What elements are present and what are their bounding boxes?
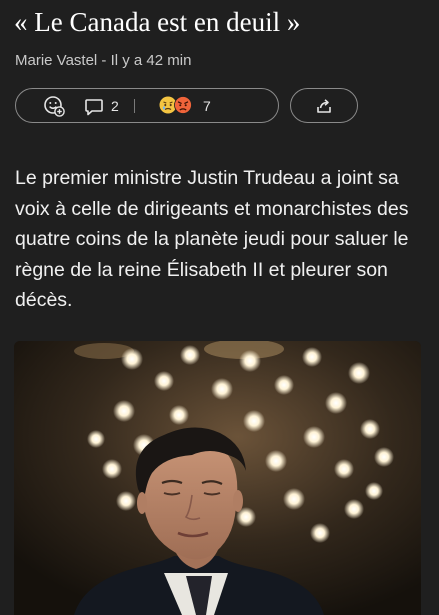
article-summary: Le premier ministre Justin Trudeau a joi… <box>15 167 409 311</box>
share-button[interactable] <box>290 88 358 123</box>
article-title: « Le Canada est en deuil » <box>14 7 301 37</box>
divider <box>134 99 135 113</box>
article-photo[interactable] <box>14 341 421 615</box>
comment-icon[interactable] <box>84 97 104 117</box>
add-reaction-icon[interactable] <box>43 95 65 117</box>
reaction-count[interactable]: 7 <box>203 97 211 115</box>
angry-face-emoji-icon[interactable] <box>174 96 192 114</box>
comment-count[interactable]: 2 <box>111 97 119 115</box>
article-byline: Marie Vastel - Il y a 42 min <box>15 52 192 69</box>
engagement-bar: 2 7 <box>15 88 279 123</box>
share-arrow-icon <box>317 99 331 113</box>
